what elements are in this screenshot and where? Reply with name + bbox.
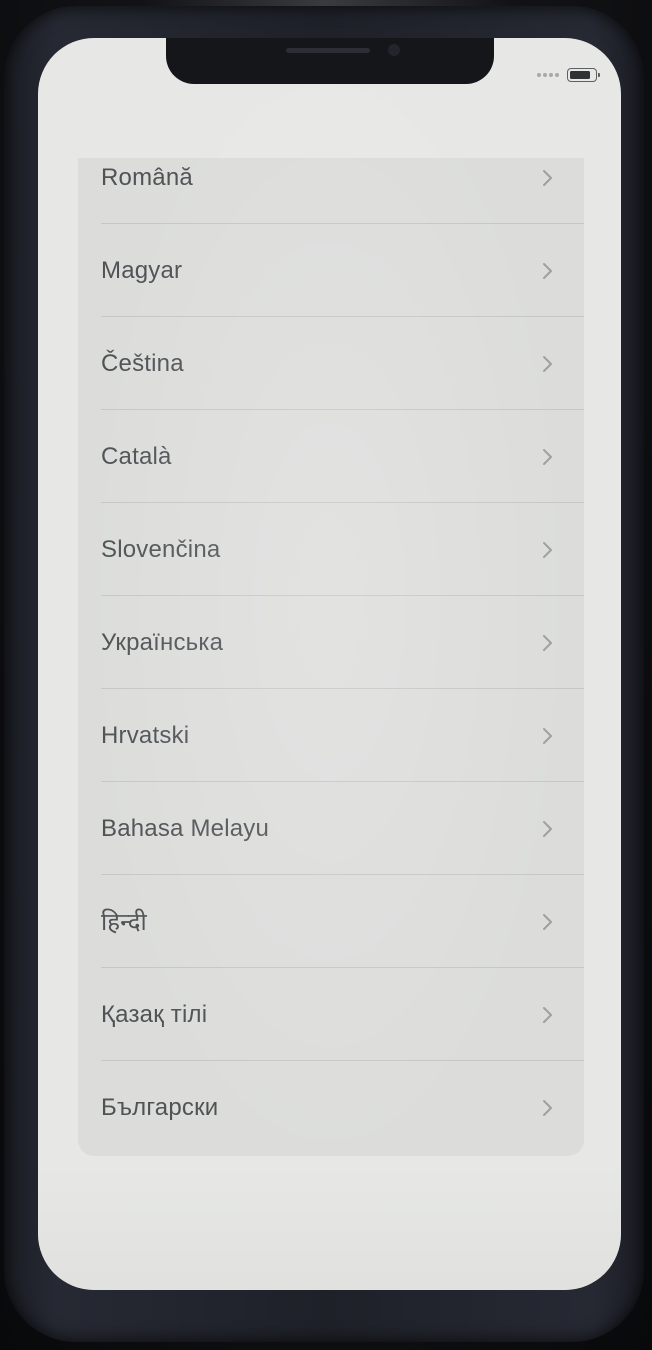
chevron-right-icon — [543, 634, 552, 651]
chevron-right-icon — [543, 355, 552, 372]
chevron-right-icon — [543, 169, 552, 186]
chevron-right-icon — [543, 913, 552, 930]
language-row-bahasa-melayu[interactable]: Bahasa Melayu — [78, 782, 584, 875]
status-bar-right — [537, 68, 600, 82]
language-list-card: Română Magyar Čeština Català Slovenčina — [78, 158, 584, 1156]
language-label: Română — [101, 163, 193, 191]
language-row-hrvatski[interactable]: Hrvatski — [78, 689, 584, 782]
language-row-slovencina[interactable]: Slovenčina — [78, 503, 584, 596]
language-label: Hrvatski — [101, 721, 190, 749]
language-label: Čeština — [101, 349, 184, 377]
notch — [166, 38, 494, 84]
language-label: Slovenčina — [101, 535, 221, 563]
chevron-right-icon — [543, 1006, 552, 1023]
language-label: Bahasa Melayu — [101, 814, 270, 842]
language-label: हिन्दी — [101, 909, 147, 936]
screen-bottom-area — [38, 1160, 621, 1290]
phone-screen: Română Magyar Čeština Català Slovenčina — [38, 38, 621, 1290]
language-row-cestina[interactable]: Čeština — [78, 317, 584, 410]
battery-icon — [567, 68, 600, 82]
signal-strength-icon — [537, 73, 559, 77]
language-row-ukrainian[interactable]: Українська — [78, 596, 584, 689]
language-row-romana[interactable]: Română — [78, 158, 584, 224]
language-list: Română Magyar Čeština Català Slovenčina — [78, 158, 584, 1154]
chevron-right-icon — [543, 820, 552, 837]
language-row-catala[interactable]: Català — [78, 410, 584, 503]
chevron-right-icon — [543, 727, 552, 744]
phone-frame: Română Magyar Čeština Català Slovenčina — [4, 6, 644, 1342]
language-label: Українська — [101, 628, 224, 656]
battery-fill — [570, 71, 590, 79]
language-row-bulgarian[interactable]: Български — [78, 1061, 584, 1154]
language-label: Қазақ тілі — [101, 1000, 208, 1028]
language-label: Català — [101, 442, 172, 470]
front-camera — [388, 44, 400, 56]
language-row-kazakh[interactable]: Қазақ тілі — [78, 968, 584, 1061]
earpiece-speaker — [286, 48, 370, 53]
language-label: Magyar — [101, 256, 183, 284]
chevron-right-icon — [543, 262, 552, 279]
chevron-right-icon — [543, 541, 552, 558]
language-row-hindi[interactable]: हिन्दी — [78, 875, 584, 968]
chevron-right-icon — [543, 1099, 552, 1116]
language-row-magyar[interactable]: Magyar — [78, 224, 584, 317]
chevron-right-icon — [543, 448, 552, 465]
language-label: Български — [101, 1093, 219, 1121]
